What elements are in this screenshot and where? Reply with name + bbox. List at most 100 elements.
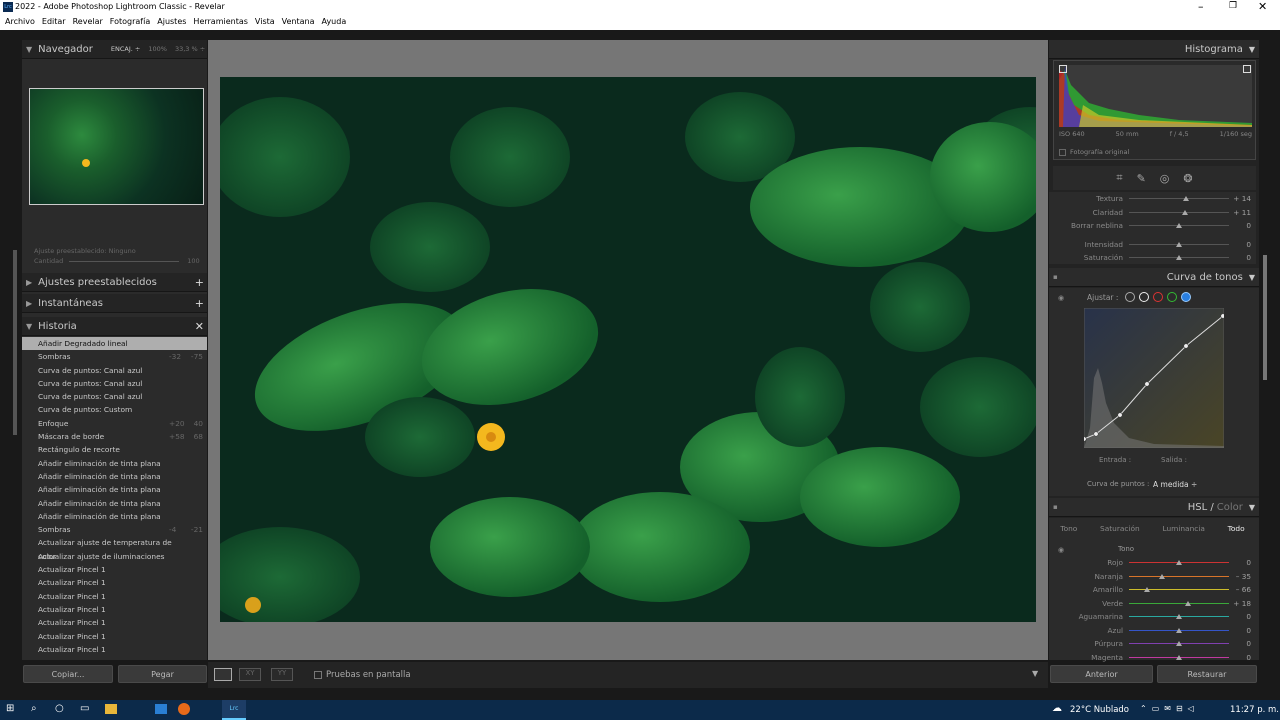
reset-button[interactable]: Restaurar [1157, 665, 1257, 683]
copy-button[interactable]: Copiar... [23, 665, 113, 683]
hsl-target-icon[interactable]: ◉ [1058, 546, 1064, 554]
maximize-icon[interactable]: ❐ [1229, 1, 1237, 11]
clear-history-icon[interactable]: ✕ [195, 320, 204, 333]
slider-track[interactable] [1129, 587, 1229, 593]
hsl-slider[interactable]: Naranja – 35 [1049, 570, 1256, 584]
slider-track[interactable] [1129, 573, 1229, 579]
slider-value[interactable]: + 14 [1229, 194, 1251, 203]
previous-button[interactable]: Anterior [1050, 665, 1153, 683]
hsl-slider[interactable]: Verde + 18 [1049, 597, 1256, 611]
slider-track[interactable] [1129, 255, 1229, 261]
green-curve-icon[interactable] [1167, 292, 1177, 302]
history-item[interactable]: Añadir eliminación de tinta plana [22, 470, 207, 483]
presence-slider[interactable]: Textura + 14 [1049, 192, 1256, 206]
presence-slider[interactable]: Claridad + 11 [1049, 206, 1256, 220]
hsl-slider[interactable]: Azul 0 [1049, 624, 1256, 638]
blue-curve-icon[interactable] [1181, 292, 1191, 302]
slider-value[interactable]: 0 [1229, 240, 1251, 249]
add-preset-icon[interactable]: + [195, 276, 204, 289]
slider-track[interactable] [1129, 223, 1229, 229]
paste-button[interactable]: Pegar [118, 665, 207, 683]
history-item[interactable]: Actualizar Pincel 1 [22, 603, 207, 616]
cortana-icon[interactable]: ○ [55, 703, 64, 714]
slider-track[interactable] [1129, 196, 1229, 202]
add-snapshot-icon[interactable]: + [195, 297, 204, 310]
history-item[interactable]: Actualizar Pincel 1 [22, 563, 207, 576]
mail-icon[interactable] [155, 704, 167, 714]
history-header[interactable]: ▼ Historia ✕ [22, 317, 207, 336]
minimize-icon[interactable]: – [1198, 0, 1204, 13]
point-curve-select[interactable]: A medida ÷ [1153, 480, 1197, 489]
search-icon[interactable]: ⌕ [31, 703, 37, 714]
lightroom-task-icon[interactable]: Lrc [222, 700, 246, 720]
menu-1[interactable]: Editar [42, 17, 66, 26]
main-photo[interactable] [220, 77, 1036, 622]
slider-value[interactable]: 0 [1229, 626, 1251, 635]
slider-value[interactable]: – 35 [1229, 572, 1251, 581]
heal-icon[interactable]: ✎ [1137, 172, 1146, 185]
history-item[interactable]: Actualizar Pincel 1 [22, 590, 207, 603]
history-item[interactable]: Añadir eliminación de tinta plana [22, 497, 207, 510]
slider-track[interactable] [1129, 560, 1229, 566]
menu-3[interactable]: Fotografía [110, 17, 150, 26]
survey-view-icon[interactable]: YY [271, 668, 293, 681]
history-item[interactable]: Actualizar Pincel 1 [22, 630, 207, 643]
hsl-slider[interactable]: Rojo 0 [1049, 556, 1256, 570]
slider-value[interactable]: + 11 [1229, 208, 1251, 217]
slider-knob[interactable] [1182, 209, 1188, 215]
histogram-header[interactable]: Histograma ▼ [1049, 40, 1259, 59]
hsl-slider[interactable]: Magenta 0 [1049, 651, 1256, 665]
weather-text[interactable]: 22°C Nublado [1070, 705, 1129, 715]
history-item[interactable]: Añadir eliminación de tinta plana [22, 483, 207, 496]
slider-value[interactable]: + 18 [1229, 599, 1251, 608]
presence-slider[interactable]: Borrar neblina 0 [1049, 219, 1256, 233]
shadow-clip-icon[interactable] [1059, 65, 1067, 73]
highlight-clip-icon[interactable] [1243, 65, 1251, 73]
softproof-checkbox[interactable] [314, 671, 322, 679]
history-item[interactable]: Actualizar Pincel 1 [22, 616, 207, 629]
curve-target-icon[interactable]: ◉ [1058, 294, 1064, 302]
history-item[interactable]: Actualizar Pincel 1 [22, 576, 207, 589]
history-item[interactable]: Curva de puntos: Canal azul [22, 390, 207, 403]
loupe-view-icon[interactable] [214, 668, 232, 681]
rgb-curve-icon[interactable] [1139, 292, 1149, 302]
mask-icon[interactable]: ❂ [1183, 172, 1192, 185]
original-checkbox[interactable] [1059, 149, 1066, 156]
amount-slider[interactable] [69, 260, 180, 262]
redeye-icon[interactable]: ◎ [1160, 172, 1170, 185]
clock[interactable]: 11:27 p. m. [1230, 705, 1279, 715]
windows-start-icon[interactable]: ⊞ [6, 703, 14, 714]
parametric-curve-icon[interactable] [1125, 292, 1135, 302]
history-item[interactable]: Curva de puntos: Canal azul [22, 377, 207, 390]
presence-slider[interactable]: Saturación 0 [1049, 251, 1256, 265]
menu-7[interactable]: Ventana [282, 17, 315, 26]
task-view-icon[interactable]: ▭ [80, 703, 89, 714]
menu-5[interactable]: Herramientas [193, 17, 248, 26]
slider-track[interactable] [1129, 209, 1229, 215]
hsl-slider[interactable]: Aguamarina 0 [1049, 610, 1256, 624]
history-item[interactable]: Enfoque +20 40 [22, 417, 207, 430]
tone-curve-graph[interactable] [1084, 308, 1224, 448]
slider-knob[interactable] [1176, 641, 1182, 647]
zoom-custom[interactable]: 33,3 % ÷ [175, 45, 205, 53]
slider-knob[interactable] [1176, 241, 1182, 247]
toolbar-menu-icon[interactable]: ▼ [1032, 669, 1038, 678]
slider-knob[interactable] [1176, 560, 1182, 566]
history-item[interactable]: Sombras -4 -21 [22, 523, 207, 536]
right-scrollbar[interactable] [1263, 255, 1267, 380]
slider-knob[interactable] [1144, 587, 1150, 593]
history-item[interactable]: Actualizar ajuste de temperatura de colo… [22, 536, 207, 560]
snapshots-header[interactable]: ▶ Instantáneas + [22, 294, 207, 313]
history-item[interactable]: Sombras -32 -75 [22, 350, 207, 363]
history-item[interactable]: Añadir eliminación de tinta plana [22, 457, 207, 470]
zoom-100[interactable]: 100% [148, 45, 167, 53]
slider-track[interactable] [1129, 627, 1229, 633]
red-curve-icon[interactable] [1153, 292, 1163, 302]
hsl-tab[interactable]: Todo [1228, 524, 1245, 533]
slider-value[interactable]: 0 [1229, 653, 1251, 662]
history-item[interactable]: Rectángulo de recorte [22, 443, 207, 456]
slider-knob[interactable] [1176, 223, 1182, 229]
history-item[interactable]: Añadir Degradado lineal [22, 337, 207, 351]
history-item[interactable]: Máscara de borde +58 68 [22, 430, 207, 443]
tray-icons[interactable]: ⌃▭✉⊟◁ [1140, 704, 1199, 713]
